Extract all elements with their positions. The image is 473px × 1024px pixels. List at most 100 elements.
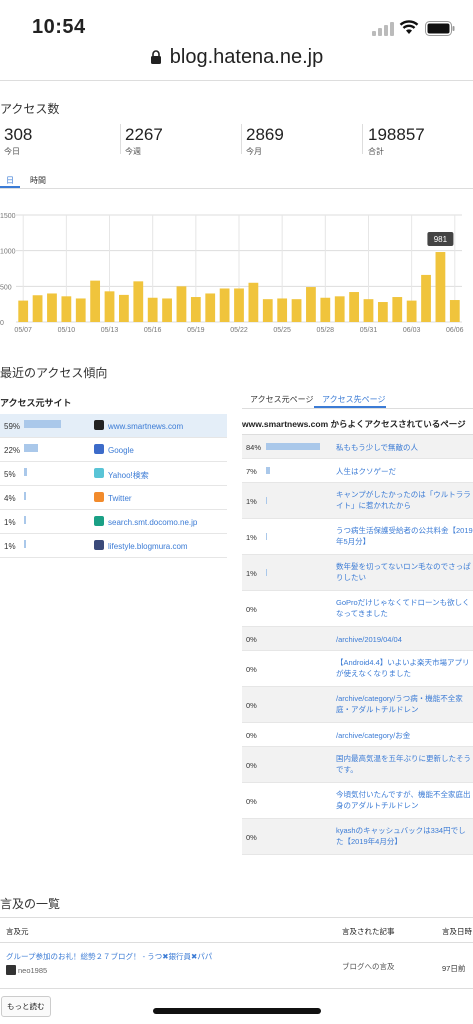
referrer-row[interactable]: 59% www.smartnews.com xyxy=(0,414,227,438)
url-text: blog.hatena.ne.jp xyxy=(169,46,324,68)
page-title-link[interactable]: /archive/category/うつ病・機能不全家庭・アダルトチルドレン xyxy=(336,693,473,715)
referrer-site-link[interactable]: Google xyxy=(108,446,134,455)
page-bar xyxy=(266,533,267,540)
page-row[interactable]: 1% うつ病生活保護受給者の公共料金【2019年5月分】 xyxy=(242,519,473,555)
chart-bar xyxy=(205,293,216,322)
tab-hour[interactable]: 時間 xyxy=(30,175,46,186)
read-more-button[interactable]: もっと読む xyxy=(1,996,51,1017)
lock-icon xyxy=(150,50,161,64)
chart-bar xyxy=(18,300,29,322)
chart-bar xyxy=(277,298,288,322)
referrer-site-link[interactable]: www.smartnews.com xyxy=(108,422,183,431)
mention-user[interactable]: neo1985 xyxy=(18,966,47,975)
x-tick-label: 05/16 xyxy=(144,327,162,334)
chart-bar xyxy=(119,294,129,322)
page-row[interactable]: 0% kyashのキャッシュバックは334円でした【2019年4月分】 xyxy=(242,819,473,855)
page-title-link[interactable]: 数年髪を切ってないロン毛なのでさっぱりしたい xyxy=(336,561,473,583)
section-title-trends: 最近のアクセス傾向 xyxy=(0,366,108,380)
chart-bar xyxy=(162,298,172,322)
page-row[interactable]: 0% 国内最高気温を五年ぶりに更新したそうです。 xyxy=(242,747,473,783)
stat-today-label: 今日 xyxy=(4,147,20,156)
page-row[interactable]: 7% 人生はクソゲーだ xyxy=(242,459,473,483)
x-tick-label: 05/13 xyxy=(101,327,119,334)
avatar xyxy=(6,965,16,975)
tab-destination-pages[interactable]: アクセス先ページ xyxy=(322,394,385,405)
page-title-link[interactable]: 人生はクソゲーだ xyxy=(336,466,473,477)
page-row[interactable]: 0% /archive/2019/04/04 xyxy=(242,627,473,651)
referrers-title: アクセス元サイト xyxy=(0,398,72,408)
status-time: 10:54 xyxy=(32,16,86,38)
page-title-link[interactable]: /archive/2019/04/04 xyxy=(336,634,473,645)
smartnews-icon xyxy=(94,420,104,430)
x-tick-label: 05/07 xyxy=(14,327,32,334)
page-row[interactable]: 0% /archive/category/お金 xyxy=(242,723,473,747)
referrer-site-link[interactable]: lifestyle.blogmura.com xyxy=(108,542,188,551)
referrer-percent: 59% xyxy=(4,422,21,431)
page-title-link[interactable]: 今頃気付いたんですが、機能不全家庭出身のアダルトチルドレン xyxy=(336,789,473,811)
referrer-site-link[interactable]: Yahoo!検索 xyxy=(108,470,149,481)
x-tick-label: 05/19 xyxy=(187,327,205,334)
mention-source-link[interactable]: グループ参加のお礼！総勢２７ブログ！ - うつ✖銀行員✖パパ xyxy=(6,951,212,962)
chart-bar xyxy=(262,299,273,322)
x-tick-label: 05/25 xyxy=(273,327,291,334)
page-row[interactable]: 0% 【Android4.4】いよいよ楽天市場アプリが使えなくなりました xyxy=(242,651,473,687)
page-percent: 0% xyxy=(246,761,257,770)
divider xyxy=(0,917,473,918)
referrer-percent: 4% xyxy=(4,494,16,503)
mention-article[interactable]: ブログへの言及 xyxy=(342,961,395,972)
chart-bar xyxy=(320,297,331,322)
referrer-percent: 22% xyxy=(4,446,21,455)
referrer-row[interactable]: 4% Twitter xyxy=(0,486,227,510)
page-bar xyxy=(266,497,267,504)
chart-bar xyxy=(176,286,187,322)
page-row[interactable]: 1% キャンプがしたかったのは「ウルトラライト」に惹かれたから xyxy=(242,483,473,519)
referrer-percent: 1% xyxy=(4,518,16,527)
divider xyxy=(242,408,473,409)
referrer-site-link[interactable]: search.smt.docomo.ne.jp xyxy=(108,518,197,527)
page-title-link[interactable]: /archive/category/お金 xyxy=(336,730,473,741)
page-title-link[interactable]: 私ももう少しで無敵の人 xyxy=(336,442,473,453)
yahoo-icon xyxy=(94,468,104,478)
page-title-link[interactable]: キャンプがしたかったのは「ウルトラライト」に惹かれたから xyxy=(336,489,473,511)
page-row[interactable]: 1% 数年髪を切ってないロン毛なのでさっぱりしたい xyxy=(242,555,473,591)
chart-bar xyxy=(234,288,244,322)
page-percent: 1% xyxy=(246,569,257,578)
page-title-link[interactable]: 国内最高気温を五年ぶりに更新したそうです。 xyxy=(336,753,473,775)
stat-total-value: 198857 xyxy=(368,125,425,144)
home-indicator xyxy=(153,1008,321,1014)
page-row[interactable]: 0% /archive/category/うつ病・機能不全家庭・アダルトチルドレン xyxy=(242,687,473,723)
page-title-link[interactable]: GoProだけじゃなくてドローンも欲しくなってきました xyxy=(336,597,473,619)
referrer-bar xyxy=(24,516,26,524)
header-date: 言及日時 xyxy=(442,927,472,936)
battery-icon xyxy=(425,21,455,36)
page-percent: 0% xyxy=(246,701,257,710)
page-title-link[interactable]: 【Android4.4】いよいよ楽天市場アプリが使えなくなりました xyxy=(336,657,473,679)
google-icon xyxy=(94,444,104,454)
page-percent: 1% xyxy=(246,497,257,506)
chart-bar xyxy=(147,297,158,322)
tab-day[interactable]: 日 xyxy=(6,175,14,186)
page-bar xyxy=(266,569,267,576)
referrer-row[interactable]: 5% Yahoo!検索 xyxy=(0,462,227,486)
chart-bar xyxy=(75,298,86,322)
page-row[interactable]: 0% GoProだけじゃなくてドローンも欲しくなってきました xyxy=(242,591,473,627)
stat-month-value: 2869 xyxy=(246,125,284,144)
chart-bar xyxy=(133,281,144,322)
chart-bar xyxy=(334,296,345,322)
referrer-row[interactable]: 1% lifestyle.blogmura.com xyxy=(0,534,227,558)
page-row[interactable]: 0% 今頃気付いたんですが、機能不全家庭出身のアダルトチルドレン xyxy=(242,783,473,819)
referrer-list: 59% www.smartnews.com 22% Google 5% Yahoo!検索 4… xyxy=(0,414,227,558)
divider xyxy=(241,124,242,154)
address-bar[interactable]: blog.hatena.ne.jp xyxy=(0,46,473,82)
page-title-link[interactable]: kyashのキャッシュバックは334円でした【2019年4月分】 xyxy=(336,825,473,847)
chart-bar xyxy=(190,297,201,322)
page-bar xyxy=(266,467,271,474)
wifi-icon xyxy=(399,20,419,34)
referrer-site-link[interactable]: Twitter xyxy=(108,494,132,503)
page-row[interactable]: 84% 私ももう少しで無敵の人 xyxy=(242,435,473,459)
referrer-row[interactable]: 1% search.smt.docomo.ne.jp xyxy=(0,510,227,534)
referrer-row[interactable]: 22% Google xyxy=(0,438,227,462)
y-tick-label: 500 xyxy=(0,284,12,291)
page-title-link[interactable]: うつ病生活保護受給者の公共料金【2019年5月分】 xyxy=(336,525,473,547)
tab-source-pages[interactable]: アクセス元ページ xyxy=(250,394,313,405)
